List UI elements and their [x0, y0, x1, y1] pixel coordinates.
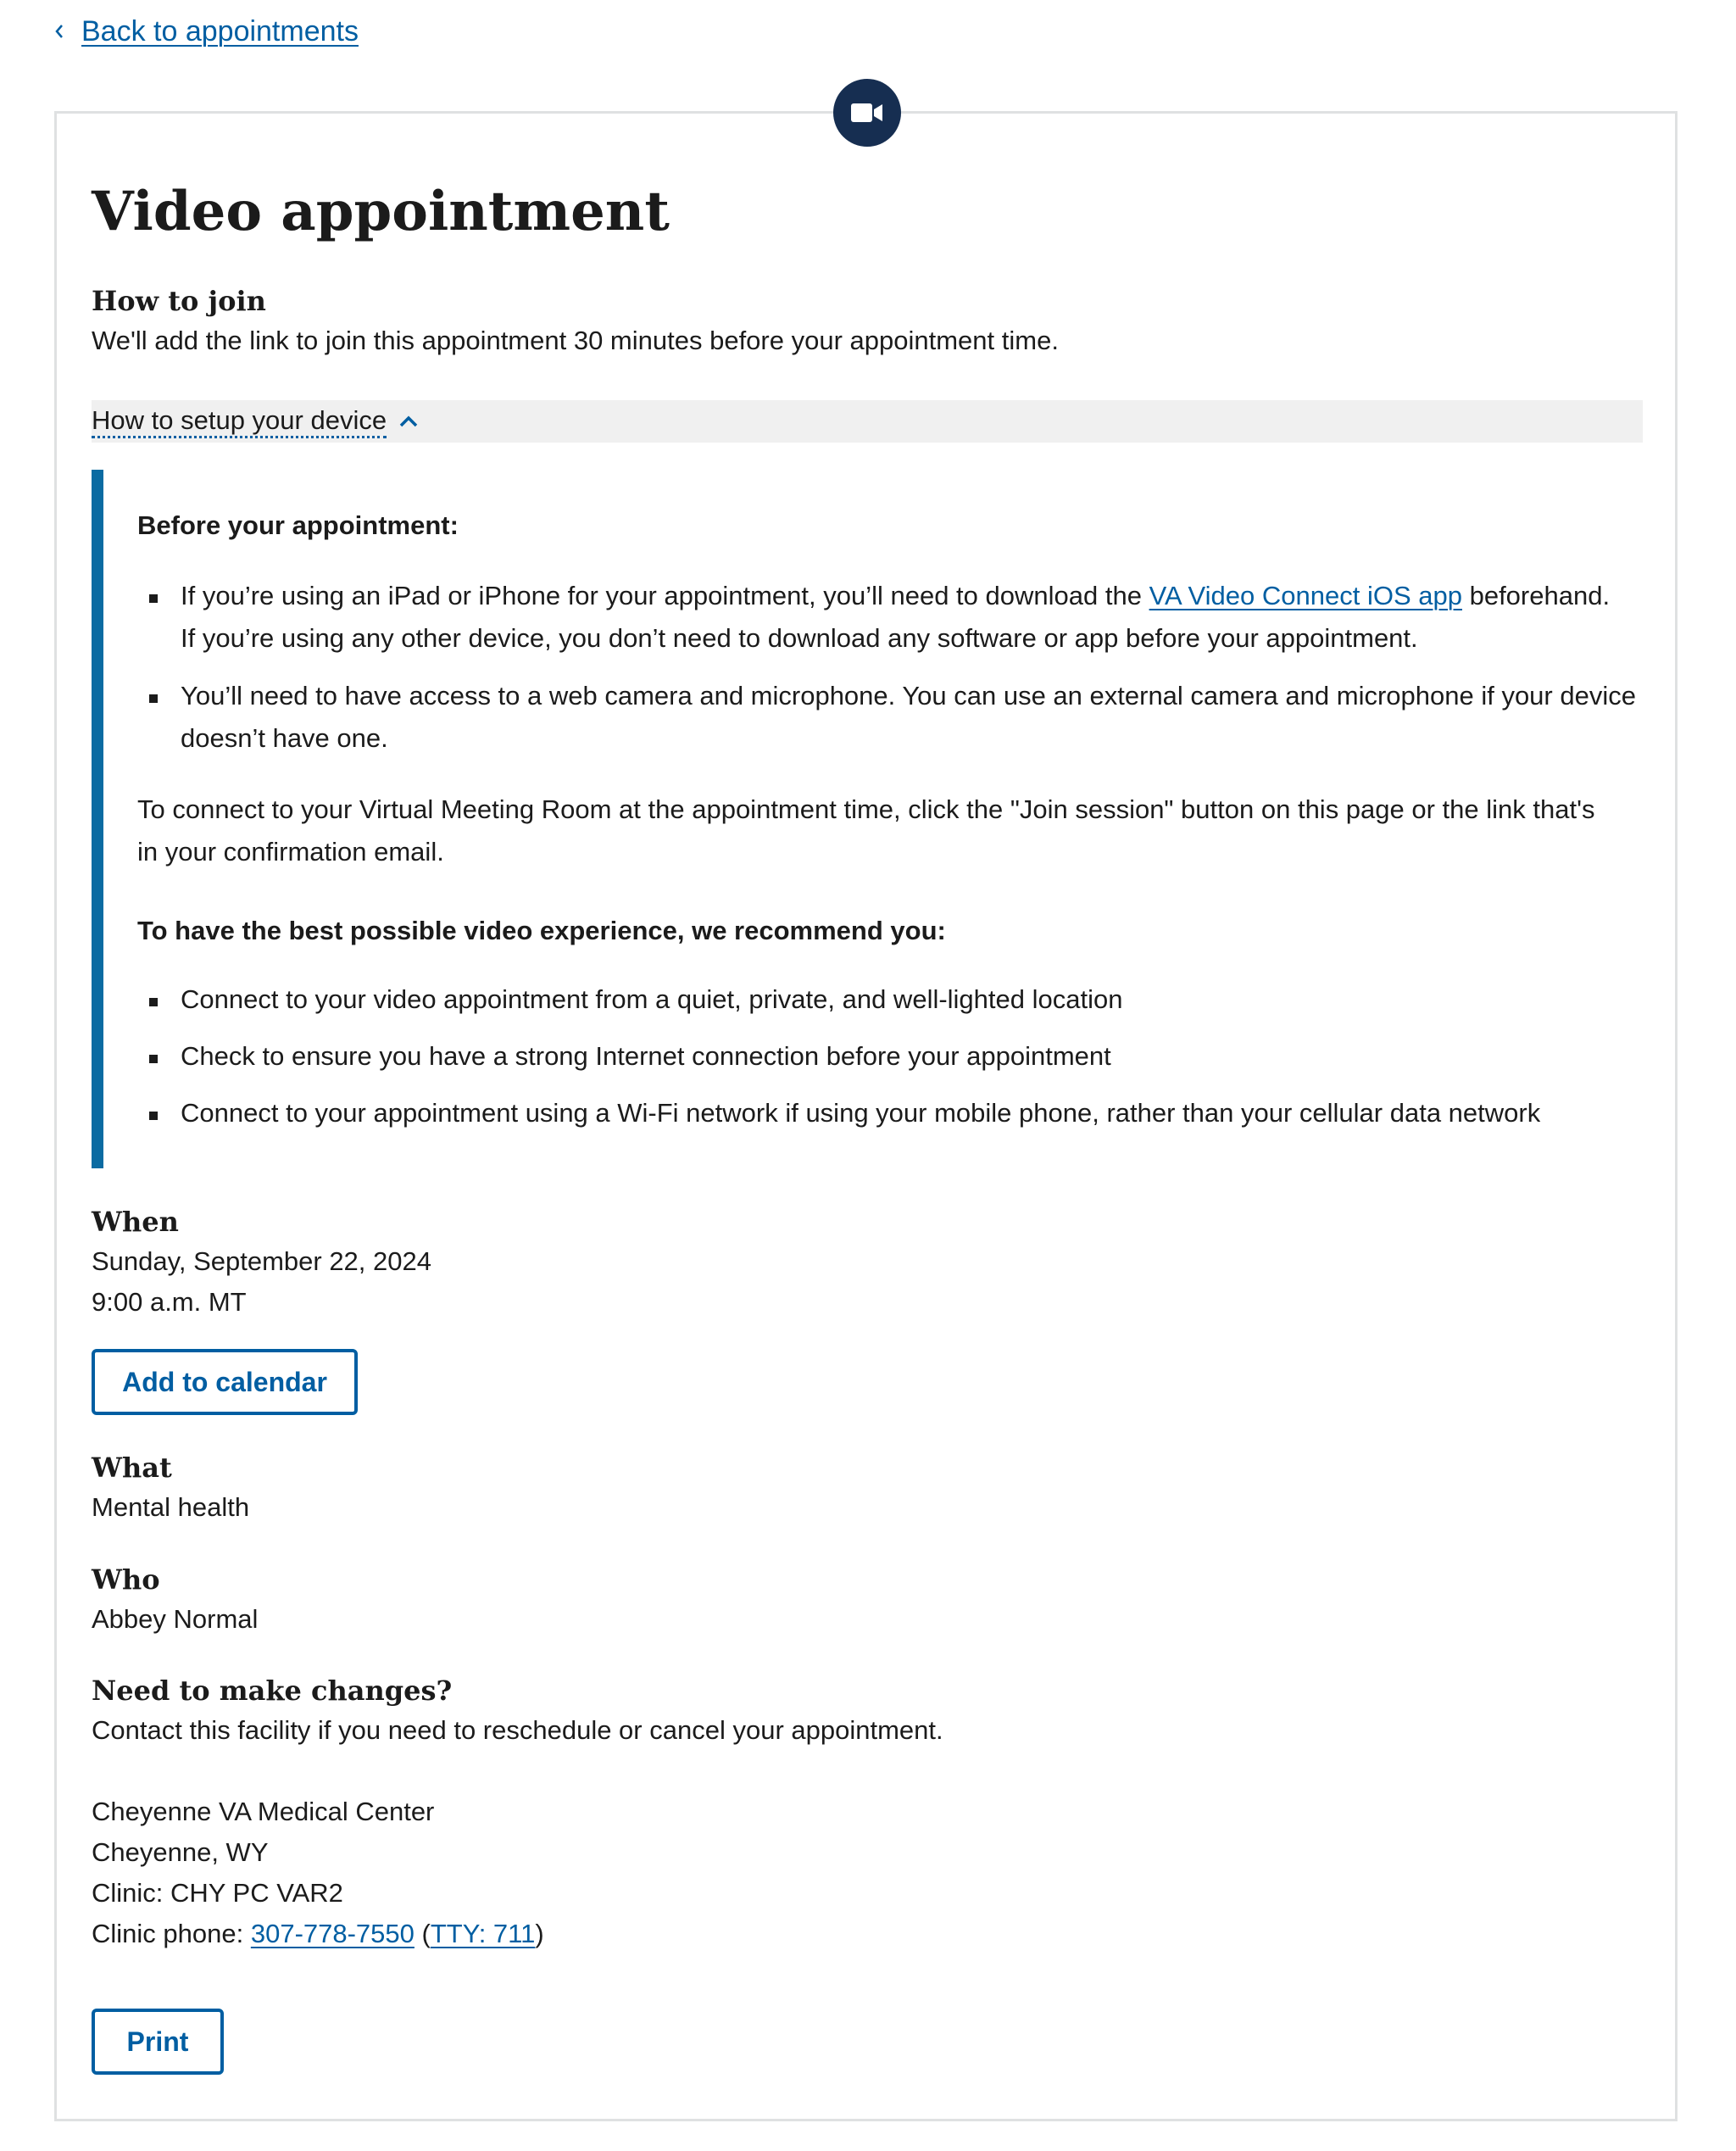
- clinic-phone-line: Clinic phone: 307-778-7550 (TTY: 711): [92, 1914, 544, 1954]
- add-to-calendar-button[interactable]: Add to calendar: [92, 1349, 358, 1415]
- setup-instructions-panel: Before your appointment: If you’re using…: [92, 470, 1643, 1168]
- clinic-name: Clinic: CHY PC VAR2: [92, 1878, 343, 1908]
- recommend-heading: To have the best possible video experien…: [137, 916, 946, 945]
- list-item: Check to ensure you have a strong Intern…: [137, 1035, 1646, 1078]
- facility-city: Cheyenne, WY: [92, 1837, 269, 1867]
- how-to-join-text: We'll add the link to join this appointm…: [92, 326, 1059, 355]
- list-item: Connect to your video appointment from a…: [137, 978, 1646, 1021]
- chevron-up-icon: [398, 415, 419, 428]
- provider-name: Abbey Normal: [92, 1604, 259, 1634]
- what-heading: What: [92, 1452, 172, 1484]
- paren-close: ): [535, 1919, 544, 1948]
- changes-heading: Need to make changes?: [92, 1675, 453, 1707]
- bullet1-text: If you’re using an iPad or iPhone for yo…: [181, 581, 1149, 610]
- connect-instructions: To connect to your Virtual Meeting Room …: [137, 789, 1646, 873]
- before-appointment-list: If you’re using an iPad or iPhone for yo…: [137, 575, 1646, 760]
- recommendations-list: Connect to your video appointment from a…: [137, 978, 1646, 1134]
- bullet2-line2: doesn’t have one.: [181, 723, 388, 753]
- appointment-type: Mental health: [92, 1492, 250, 1522]
- video-camera-icon: [833, 79, 901, 147]
- facility-name: Cheyenne VA Medical Center: [92, 1797, 435, 1826]
- appointment-time: 9:00 a.m. MT: [92, 1287, 247, 1317]
- back-to-appointments-link[interactable]: Back to appointments: [81, 15, 359, 48]
- print-button[interactable]: Print: [92, 2009, 224, 2075]
- clinic-phone-label: Clinic phone:: [92, 1919, 251, 1948]
- paren-open: (: [421, 1919, 431, 1948]
- changes-text: Contact this facility if you need to res…: [92, 1715, 943, 1745]
- bullet1-line2: If you’re using any other device, you do…: [181, 623, 1418, 653]
- who-heading: Who: [92, 1563, 160, 1596]
- tty-link[interactable]: TTY: 711: [431, 1919, 536, 1948]
- connect-line2: in your confirmation email.: [137, 837, 444, 867]
- bullet1-post: beforehand.: [1461, 581, 1611, 610]
- bullet2-text: You’ll need to have access to a web came…: [181, 681, 1636, 710]
- list-item: Connect to your appointment using a Wi-F…: [137, 1092, 1646, 1134]
- how-to-join-heading: How to join: [92, 285, 266, 317]
- clinic-phone-link[interactable]: 307-778-7550: [251, 1919, 415, 1948]
- list-item: If you’re using an iPad or iPhone for yo…: [137, 575, 1646, 660]
- before-appointment-heading: Before your appointment:: [137, 510, 459, 540]
- appointment-date: Sunday, September 22, 2024: [92, 1246, 431, 1276]
- chevron-left-icon: [54, 19, 64, 45]
- connect-line1: To connect to your Virtual Meeting Room …: [137, 794, 1595, 824]
- setup-device-label: How to setup your device: [92, 405, 387, 438]
- page-title: Video appointment: [92, 180, 670, 243]
- setup-device-accordion[interactable]: How to setup your device: [92, 400, 1643, 443]
- when-heading: When: [92, 1206, 179, 1238]
- back-link-container: Back to appointments: [54, 15, 359, 48]
- va-video-connect-link[interactable]: VA Video Connect iOS app: [1149, 581, 1462, 610]
- list-item: You’ll need to have access to a web came…: [137, 675, 1646, 760]
